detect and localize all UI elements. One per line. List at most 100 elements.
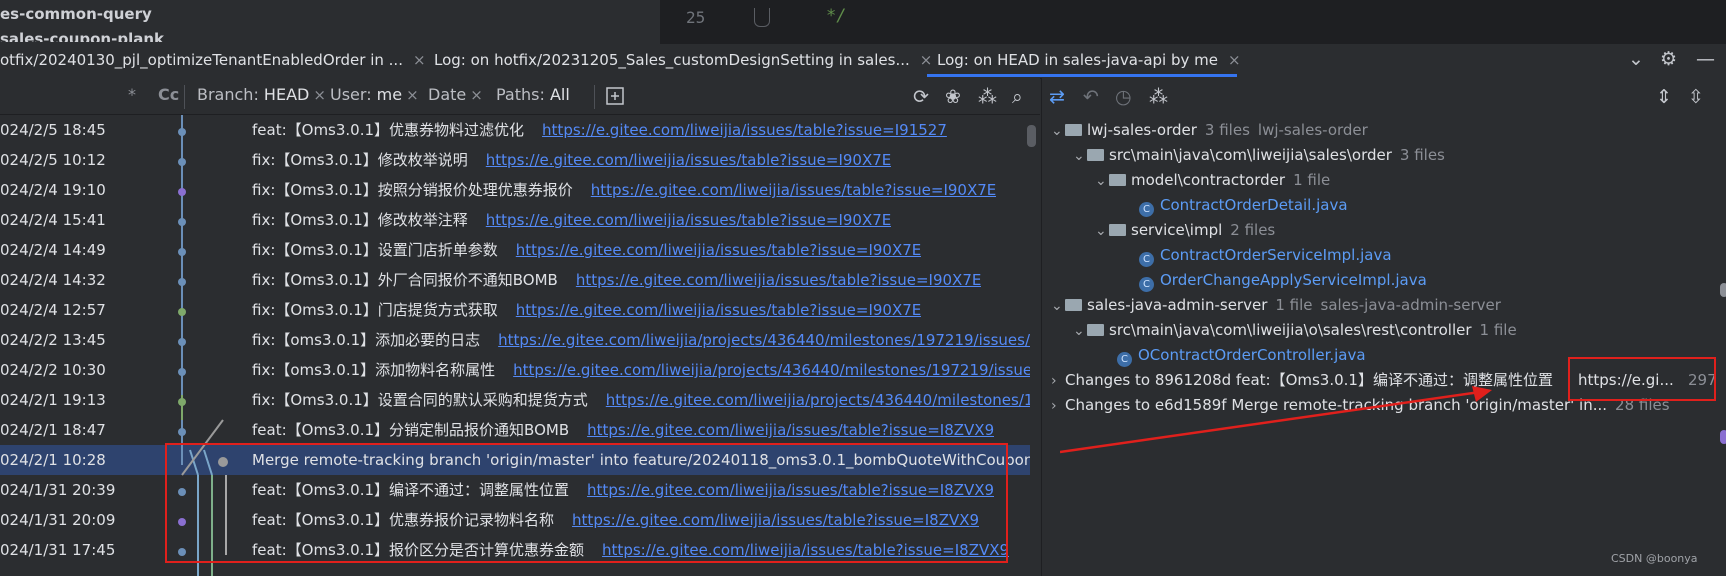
commit-message: fix:【Oms3.0.1】按照分销报价处理优惠券报价 https://e.git… xyxy=(252,175,996,205)
commit-node[interactable] xyxy=(178,128,186,136)
commit-message: feat:【Oms3.0.1】优惠券物料过滤优化 https://e.gitee.… xyxy=(252,115,947,145)
tree-file[interactable]: C ContractOrderServiceImpl.java xyxy=(1139,243,1392,268)
issue-link[interactable]: https://e.gitee.com/liweijia/issues/tabl… xyxy=(542,121,947,139)
java-class-icon: C xyxy=(1139,202,1154,217)
issue-link[interactable]: https://e.gitee.com/liweijia/projects/43… xyxy=(498,331,1030,349)
search-input[interactable] xyxy=(0,80,182,112)
new-tab-icon[interactable] xyxy=(604,85,626,107)
chevron-down-icon[interactable]: ⌄ xyxy=(1095,219,1109,244)
issue-link[interactable]: https://e.gitee.com/liweijia/issues/tabl… xyxy=(486,211,892,229)
tree-file[interactable]: C OrderChangeApplyServiceImpl.java xyxy=(1139,268,1427,293)
commit-subject: feat:【Oms3.0.1】分销定制品报价通知BOMB xyxy=(252,421,570,439)
java-class-icon: C xyxy=(1139,252,1154,267)
tab-log-head[interactable]: Log: on HEAD in sales-java-api by me × xyxy=(937,44,1241,78)
commit-node[interactable] xyxy=(178,278,186,286)
tab-hotfix-optimize[interactable]: otfix/20240130_pjl_optimizeTenantEnabled… xyxy=(0,44,426,78)
commit-node[interactable] xyxy=(178,218,186,226)
tree-package-contractorder[interactable]: ⌄ model\contractorder 1 file xyxy=(1095,168,1330,194)
right-edge-tool-icon[interactable] xyxy=(1720,283,1726,297)
chevron-down-icon[interactable]: ⌄ xyxy=(1073,144,1087,169)
tree-module-lwj-sales-order[interactable]: ⌄ lwj-sales-order 3 files lwj-sales-order xyxy=(1051,118,1368,144)
close-icon[interactable]: × xyxy=(1228,51,1241,69)
issue-link[interactable]: https://e.gitee.com/liweijia/issues/tabl… xyxy=(486,151,892,169)
commit-subject: fix:【Oms3.0.1】按照分销报价处理优惠券报价 xyxy=(252,181,573,199)
issue-link[interactable]: https://e.gitee.com/liweijia/issues/tabl… xyxy=(516,301,922,319)
folder-icon xyxy=(1087,324,1104,336)
commit-node[interactable] xyxy=(178,398,186,406)
tab-label: Log: on hotfix/20231205_Sales_customDesi… xyxy=(434,51,910,69)
commit-subject: fix:【Oms3.0.1】门店提货方式获取 xyxy=(252,301,498,319)
close-icon[interactable]: × xyxy=(413,51,426,69)
issue-link[interactable]: https://e.gitee.com/liweijia/issues/tabl… xyxy=(516,241,922,259)
module-name[interactable]: es-common-query xyxy=(0,5,152,23)
commit-node[interactable] xyxy=(178,368,186,376)
branch-filter-value: HEAD xyxy=(263,85,310,104)
match-case-button[interactable]: Cc xyxy=(158,85,179,104)
gear-icon[interactable]: ⚙ xyxy=(1660,48,1677,70)
tree-path-controller[interactable]: ⌄ src\main\java\com\liweijia\o\sales\rest… xyxy=(1073,318,1517,344)
commit-node[interactable] xyxy=(178,188,186,196)
module-name-cut[interactable]: sales-coupon-plank xyxy=(0,30,164,42)
commit-date: 024/2/5 18:45 xyxy=(0,121,106,139)
tree-file[interactable]: C ContractOrderDetail.java xyxy=(1139,193,1348,218)
tree-module-admin-server[interactable]: ⌄ sales-java-admin-server 1 file sales-java… xyxy=(1051,293,1501,319)
minimize-icon[interactable]: — xyxy=(1696,48,1715,70)
folder-icon xyxy=(1109,224,1126,236)
tree-file[interactable]: C OContractOrderController.java xyxy=(1117,343,1366,368)
tree-path-order[interactable]: ⌄ src\main\java\com\liweijia\sales\order 3… xyxy=(1073,143,1445,169)
close-icon[interactable]: × xyxy=(920,51,933,69)
revert-icon[interactable]: ↶ xyxy=(1083,86,1099,108)
date-filter[interactable]: Date × xyxy=(428,85,483,104)
commit-subject: fix:【oms3.0.1】添加物料名称属性 xyxy=(252,361,496,379)
tree-package-service-impl[interactable]: ⌄ service\impl 2 files xyxy=(1095,218,1275,244)
toolbar-separator xyxy=(184,85,185,109)
commit-node[interactable] xyxy=(178,158,186,166)
search-icon[interactable]: ⌕ xyxy=(1012,86,1023,108)
tree-node-label: sales-java-admin-server xyxy=(1087,296,1268,314)
close-icon[interactable]: × xyxy=(470,86,483,104)
fold-marker-icon[interactable] xyxy=(754,8,770,27)
issue-link[interactable]: https://e.gitee.com/liweijia/issues/tabl… xyxy=(576,271,982,289)
folder-icon xyxy=(1109,174,1126,186)
issue-link[interactable]: https://e.gitee.com/liweijia/projects/43… xyxy=(513,361,1030,379)
cherry-pick-icon[interactable]: ❀ xyxy=(945,86,961,108)
commit-date: 024/2/4 14:32 xyxy=(0,271,106,289)
code-comment[interactable]: */ xyxy=(826,6,846,26)
branch-filter[interactable]: Branch: HEAD × xyxy=(197,85,326,104)
graph-options-icon[interactable]: ⁂ xyxy=(978,86,997,108)
chevron-down-icon[interactable]: ⌄ xyxy=(1051,294,1065,319)
group-by-icon[interactable]: ⁂ xyxy=(1149,86,1168,108)
chevron-down-icon[interactable]: ⌄ xyxy=(1051,119,1065,144)
file-count: 1 file xyxy=(1275,296,1313,314)
search-icon[interactable]: * xyxy=(128,85,136,104)
tab-hotfix-custom-design[interactable]: Log: on hotfix/20231205_Sales_customDesi… xyxy=(434,44,932,78)
chevron-down-icon[interactable]: ⌄ xyxy=(1628,48,1644,70)
paths-filter[interactable]: Paths: All xyxy=(496,85,570,104)
issue-link[interactable]: https://e.gitee.com/liweijia/projects/43… xyxy=(606,391,1030,409)
issue-link[interactable]: https://e.gitee.com/liweijia/issues/tabl… xyxy=(587,421,994,439)
module-path: lwj-sales-order xyxy=(1257,121,1368,139)
close-icon[interactable]: × xyxy=(313,86,326,104)
chevron-down-icon[interactable]: ⌄ xyxy=(1073,319,1087,344)
file-name: ContractOrderServiceImpl.java xyxy=(1160,246,1392,264)
commit-node[interactable] xyxy=(178,248,186,256)
collapse-icon[interactable]: ⇳ xyxy=(1688,86,1704,108)
commit-message: fix:【Oms3.0.1】设置门店折单参数 https://e.gitee.co… xyxy=(252,235,921,265)
commit-message: fix:【Oms3.0.1】门店提货方式获取 https://e.gitee.co… xyxy=(252,295,921,325)
issue-link[interactable]: https://e.gitee.com/liweijia/issues/tabl… xyxy=(591,181,997,199)
refresh-icon[interactable]: ⟳ xyxy=(913,86,929,108)
scrollbar-thumb[interactable] xyxy=(1027,125,1036,147)
annotation-box-commits xyxy=(165,443,1008,563)
commit-date: 024/2/4 14:49 xyxy=(0,241,106,259)
commit-node[interactable] xyxy=(178,308,186,316)
right-edge-tool-icon[interactable] xyxy=(1720,430,1726,444)
commit-node[interactable] xyxy=(178,338,186,346)
expand-icon[interactable]: ⇕ xyxy=(1656,86,1672,108)
chevron-down-icon[interactable]: ⌄ xyxy=(1095,169,1109,194)
history-icon[interactable]: ◷ xyxy=(1115,86,1132,108)
commit-node[interactable] xyxy=(178,428,186,436)
close-icon[interactable]: × xyxy=(406,86,419,104)
user-filter[interactable]: User: me × xyxy=(330,85,419,104)
expand-all-icon[interactable]: ⇄ xyxy=(1049,86,1065,108)
file-count: 1 file xyxy=(1479,321,1517,339)
